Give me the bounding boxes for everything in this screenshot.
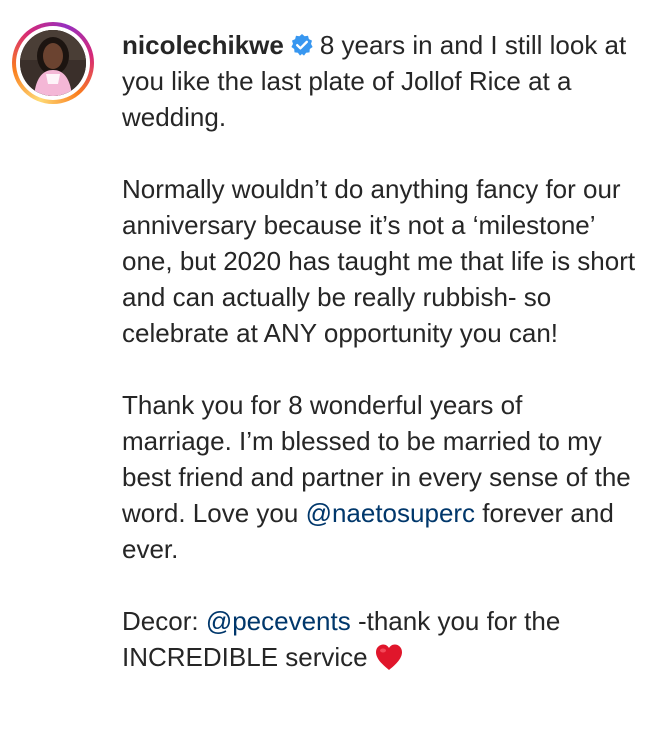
verified-badge-icon <box>290 30 314 56</box>
avatar-photo <box>20 30 86 96</box>
username-link[interactable]: nicolechikwe <box>122 30 284 60</box>
mention-link-pecevents[interactable]: @pecevents <box>206 606 351 636</box>
caption: nicolechikwe 8 years in and I still look … <box>122 27 637 675</box>
caption-paragraph-2: Normally wouldn’t do anything fancy for … <box>122 171 637 351</box>
story-ring[interactable] <box>12 22 94 104</box>
red-heart-icon <box>374 643 404 671</box>
caption-paragraph-1: nicolechikwe 8 years in and I still look … <box>122 27 637 135</box>
caption-text-2: Normally wouldn’t do anything fancy for … <box>122 174 636 348</box>
instagram-caption-post: nicolechikwe 8 years in and I still look … <box>0 0 656 738</box>
avatar[interactable] <box>20 30 86 96</box>
caption-text-4a: Decor: <box>122 606 206 636</box>
caption-paragraph-4: Decor: @pecevents -thank you for the INC… <box>122 603 637 675</box>
caption-paragraph-3: Thank you for 8 wonderful years of marri… <box>122 387 637 567</box>
mention-link-naetosuperc[interactable]: @naetosuperc <box>306 498 476 528</box>
